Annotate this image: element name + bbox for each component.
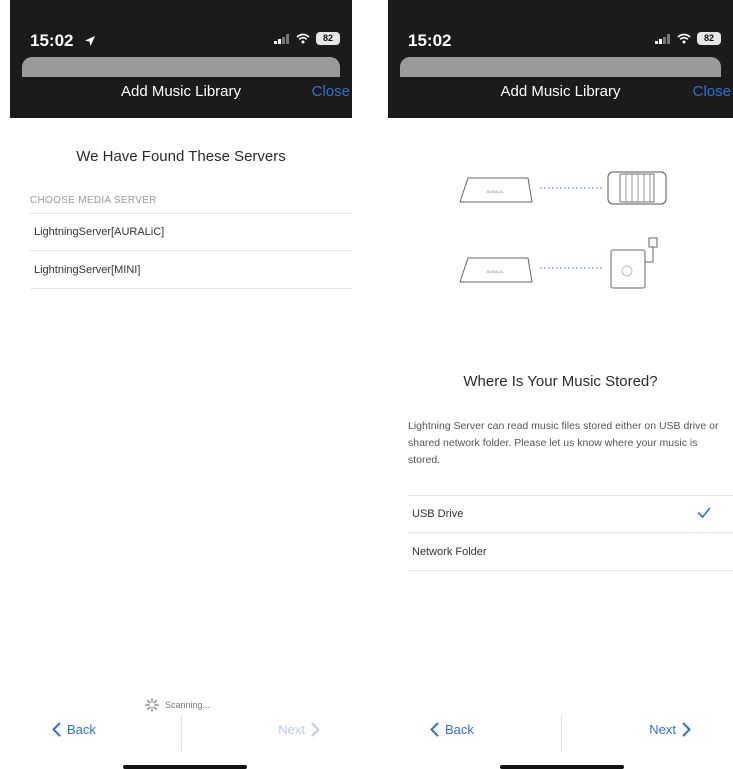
footer-divider <box>181 715 182 751</box>
next-button[interactable]: Next <box>649 722 691 737</box>
signal-icon <box>274 33 289 44</box>
option-label: USB Drive <box>412 508 464 520</box>
checkmark-icon <box>697 507 711 518</box>
close-button[interactable]: Close <box>312 83 350 100</box>
next-label: Next <box>278 722 305 737</box>
option-usb-drive[interactable]: USB Drive <box>408 495 733 533</box>
spinner-icon <box>145 698 159 712</box>
next-button[interactable]: Next <box>278 722 320 737</box>
footer-divider <box>560 715 562 751</box>
server-label: LightningServer[MINI] <box>34 263 141 276</box>
wifi-icon <box>677 33 691 44</box>
scanning-indicator: Scanning... <box>145 698 210 712</box>
top-bar: 15:02 82 Add Music Library Close <box>10 0 352 118</box>
status-icons: 82 <box>274 32 340 45</box>
left-screen: 15:02 82 Add Music Library Close We Have… <box>10 0 352 769</box>
server-row[interactable]: LightningServer[AURALiC] <box>30 213 352 251</box>
close-button[interactable]: Close <box>693 83 731 100</box>
bottom-bar: Back Next <box>10 715 352 751</box>
signal-icon <box>655 33 670 44</box>
location-arrow-icon <box>85 36 96 46</box>
status-icons: 82 <box>655 32 721 45</box>
background-sheet <box>22 57 340 77</box>
status-time: 15:02 <box>408 31 451 51</box>
bottom-bar: Back Next <box>388 715 733 751</box>
home-indicator <box>123 765 247 769</box>
back-label: Back <box>445 722 474 737</box>
portable-drive-icon <box>610 237 658 289</box>
battery-icon: 82 <box>697 32 721 45</box>
section-caption: CHOOSE MEDIA SERVER <box>30 195 157 206</box>
right-screen: 15:02 82 Add Music Library Close AURALiC <box>388 0 733 769</box>
chevron-left-icon <box>52 722 61 737</box>
option-network-folder[interactable]: Network Folder <box>408 533 733 571</box>
scanning-label: Scanning... <box>165 700 211 710</box>
back-button[interactable]: Back <box>430 722 474 737</box>
home-indicator <box>500 765 624 769</box>
wifi-icon <box>296 33 310 44</box>
background-sheet <box>400 57 721 77</box>
description-text: Lightning Server can read music files st… <box>408 420 719 466</box>
option-label: Network Folder <box>412 545 487 558</box>
usb-drive-icon <box>607 171 667 205</box>
status-time: 15:02 <box>30 31 96 51</box>
battery-icon: 82 <box>316 32 340 45</box>
chevron-right-icon <box>311 722 320 737</box>
device-1-label: AURALiC <box>486 189 503 194</box>
status-time-text: 15:02 <box>30 31 74 50</box>
back-label: Back <box>67 722 96 737</box>
nav-title: Add Music Library <box>120 83 242 100</box>
chevron-left-icon <box>430 722 439 737</box>
next-label: Next <box>649 722 676 737</box>
chevron-right-icon <box>682 722 691 737</box>
page-heading: We Have Found These Servers <box>76 148 286 165</box>
device-2-label: AURALiC <box>486 269 503 274</box>
back-button[interactable]: Back <box>52 722 96 737</box>
status-time-text: 15:02 <box>408 31 452 50</box>
nav-title: Add Music Library <box>500 83 621 100</box>
storage-illustration: AURALiC AURALiC <box>459 171 667 289</box>
server-label: LightningServer[AURALiC] <box>34 226 165 238</box>
top-bar: 15:02 82 Add Music Library Close <box>388 0 733 118</box>
server-row[interactable]: LightningServer[MINI] <box>30 251 352 289</box>
page-heading: Where Is Your Music Stored? <box>463 373 658 390</box>
